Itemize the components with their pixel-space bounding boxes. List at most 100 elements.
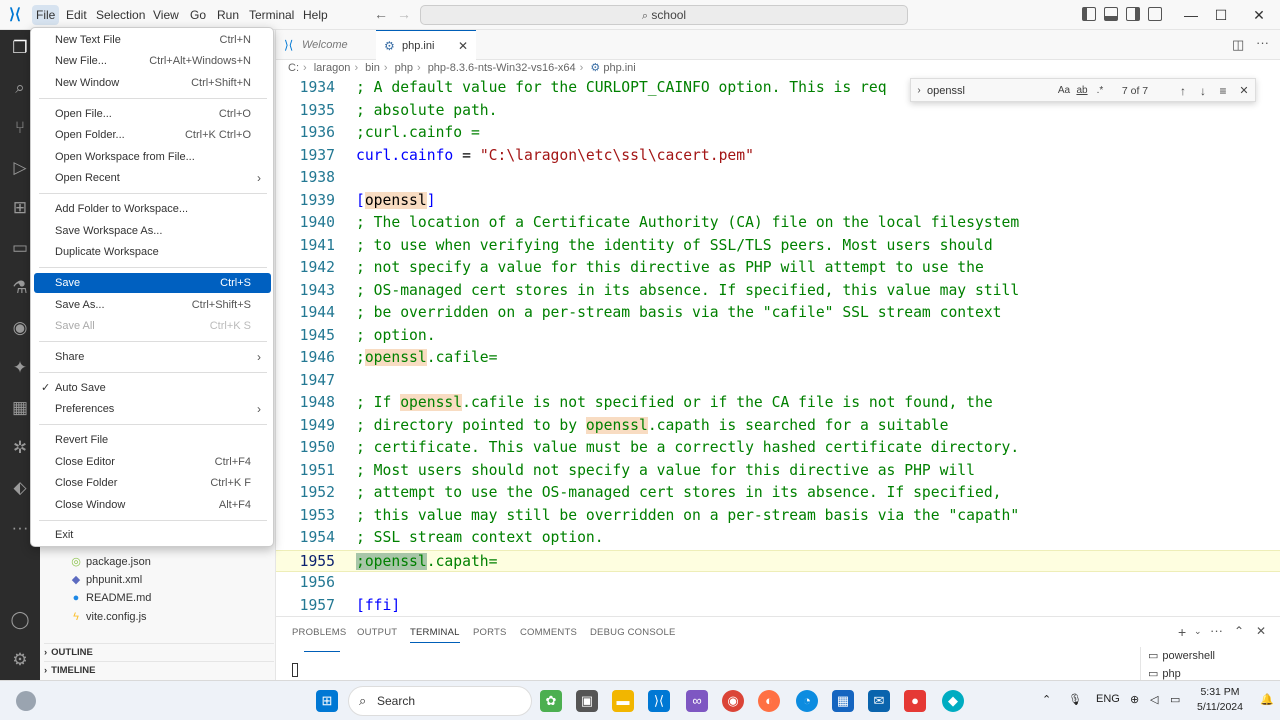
system-clock[interactable]: 5:31 PM 5/11/2024	[1190, 685, 1250, 715]
tab-terminal[interactable]: TERMINAL	[410, 627, 460, 643]
file-phpunit-xml[interactable]: ◆ phpunit.xml	[70, 571, 143, 589]
menu-save[interactable]: Save Ctrl+S	[34, 273, 271, 293]
breadcrumb-item[interactable]: php	[395, 62, 413, 74]
visual-studio-icon[interactable]: ∞	[686, 690, 708, 712]
ai-sparkle-icon[interactable]: ✦	[8, 356, 32, 380]
panel-more-icon[interactable]: ···	[1210, 623, 1223, 638]
find-in-selection-icon[interactable]: ≡	[1216, 82, 1230, 100]
terminal-item-php[interactable]: ▭ php	[1148, 667, 1181, 680]
source-control-icon[interactable]: ⑂	[8, 116, 32, 140]
breadcrumb-item[interactable]: laragon	[314, 62, 351, 74]
menu-save-workspace-as[interactable]: Save Workspace As...	[34, 221, 271, 241]
minimize-icon[interactable]: —	[1180, 5, 1202, 25]
use-regex-toggle[interactable]: .*	[1093, 82, 1107, 100]
menu-save-as[interactable]: Save As... Ctrl+Shift+S	[34, 295, 271, 315]
explorer-icon[interactable]: ❐	[8, 36, 32, 60]
close-find-icon[interactable]: ✕	[1237, 82, 1251, 100]
microphone-icon[interactable]: 🎙	[1068, 693, 1082, 706]
chevron-down-icon[interactable]: ⌄	[1194, 626, 1202, 637]
toggle-panel-icon[interactable]	[1104, 7, 1118, 21]
menu-exit[interactable]: Exit	[34, 525, 271, 545]
command-center[interactable]: ⌕ school	[420, 5, 908, 25]
docker-icon[interactable]: ▦	[8, 396, 32, 420]
notification-bell-icon[interactable]: 🔔	[1260, 693, 1274, 706]
manage-gear-icon[interactable]: ⚙	[8, 648, 32, 672]
menu-new-text-file[interactable]: New Text File Ctrl+N	[34, 30, 271, 50]
language-indicator[interactable]: ENG	[1096, 693, 1120, 705]
extensions-icon[interactable]: ⊞	[8, 196, 32, 220]
database-icon[interactable]: ⬖	[8, 476, 32, 500]
previous-match-icon[interactable]: ↑	[1176, 82, 1190, 100]
menu-view[interactable]: View	[149, 5, 183, 25]
breadcrumb-item[interactable]: php-8.3.6-nts-Win32-vs16-x64	[428, 62, 576, 74]
terminal-cursor[interactable]	[292, 663, 298, 677]
menu-auto-save[interactable]: ✓ Auto Save	[34, 378, 271, 398]
tab-comments[interactable]: COMMENTS	[520, 627, 577, 638]
volume-icon[interactable]: ◁	[1150, 693, 1158, 706]
testing-icon[interactable]: ⚗	[8, 276, 32, 300]
menu-open-file[interactable]: Open File... Ctrl+O	[34, 104, 271, 124]
split-editor-icon[interactable]: ◫	[1232, 37, 1244, 53]
breadcrumb-item[interactable]: C:	[288, 62, 299, 74]
tab-debug-console[interactable]: DEBUG CONSOLE	[590, 627, 675, 638]
customize-layout-icon[interactable]	[1148, 7, 1162, 21]
forward-arrow-icon[interactable]: →	[397, 6, 411, 22]
menu-new-file[interactable]: New File... Ctrl+Alt+Windows+N	[34, 51, 271, 71]
network-icon[interactable]: ⊕	[1130, 693, 1139, 706]
chrome-icon[interactable]: ◉	[722, 690, 744, 712]
menu-close-folder[interactable]: Close Folder Ctrl+K F	[34, 473, 271, 493]
menu-go[interactable]: Go	[186, 5, 210, 25]
menu-file[interactable]: File	[32, 5, 60, 25]
remote-explorer-icon[interactable]: ▭	[8, 236, 32, 260]
more-icon[interactable]: ···	[8, 516, 32, 540]
file-package-json[interactable]: ◎ package.json	[70, 553, 151, 571]
code-editor[interactable]: 1934 ; A default value for the CURLOPT_CA…	[276, 77, 1280, 616]
recorder-icon[interactable]: ●	[904, 690, 926, 712]
menu-run[interactable]: Run	[213, 5, 243, 25]
menu-selection[interactable]: Selection	[92, 5, 149, 25]
menu-open-workspace[interactable]: Open Workspace from File...	[34, 147, 271, 167]
menu-edit[interactable]: Edit	[62, 5, 91, 25]
tab-ports[interactable]: PORTS	[473, 627, 507, 638]
menu-share[interactable]: Share ›	[34, 347, 271, 367]
close-panel-icon[interactable]: ✕	[1256, 624, 1266, 638]
vscode-taskbar-icon[interactable]: ⟩⟨	[648, 690, 670, 712]
settings-sync-icon[interactable]: ✲	[8, 436, 32, 460]
store-icon[interactable]: ▦	[832, 690, 854, 712]
menu-close-window[interactable]: Close Window Alt+F4	[34, 495, 271, 515]
run-debug-icon[interactable]: ▷	[8, 156, 32, 180]
menu-close-editor[interactable]: Close Editor Ctrl+F4	[34, 452, 271, 472]
vscode-logo-icon[interactable]: ⟩⟨	[6, 6, 24, 24]
github-icon[interactable]: ◉	[8, 316, 32, 340]
toggle-secondary-sidebar-icon[interactable]	[1126, 7, 1140, 21]
menu-revert-file[interactable]: Revert File	[34, 430, 271, 450]
close-icon[interactable]: ✕	[458, 31, 468, 61]
battery-icon[interactable]: ▭	[1170, 693, 1180, 706]
file-readme-md[interactable]: ● README.md	[70, 589, 152, 607]
menu-terminal[interactable]: Terminal	[245, 5, 298, 25]
timeline-section[interactable]: › TIMELINE	[44, 661, 274, 679]
menu-help[interactable]: Help	[299, 5, 332, 25]
back-arrow-icon[interactable]: ←	[374, 6, 388, 22]
breadcrumb-item[interactable]: bin	[365, 62, 380, 74]
match-case-toggle[interactable]: Aa	[1057, 82, 1071, 100]
more-actions-icon[interactable]: ···	[1256, 35, 1269, 50]
new-terminal-plus-icon[interactable]: +	[1178, 624, 1186, 640]
breadcrumb-item[interactable]: php.ini	[603, 62, 635, 74]
match-whole-word-toggle[interactable]: ab	[1075, 82, 1089, 100]
outline-section[interactable]: › OUTLINE	[44, 643, 274, 661]
maximize-panel-icon[interactable]: ⌃	[1234, 624, 1244, 638]
tray-chevron-icon[interactable]: ⌃	[1042, 693, 1051, 706]
task-view-icon[interactable]: ▣	[576, 690, 598, 712]
search-icon[interactable]: ⌕	[8, 76, 32, 100]
file-explorer-icon[interactable]: ▬	[612, 690, 634, 712]
tab-problems[interactable]: PROBLEMS	[292, 627, 346, 638]
maximize-icon[interactable]: ☐	[1210, 5, 1232, 25]
next-match-icon[interactable]: ↓	[1196, 82, 1210, 100]
firefox-icon[interactable]: ◐	[758, 690, 780, 712]
mail-icon[interactable]: ✉	[868, 690, 890, 712]
windows-start-icon[interactable]: ⊞	[316, 690, 338, 712]
edge-icon[interactable]: ◔	[796, 690, 818, 712]
weather-icon[interactable]	[16, 691, 36, 711]
app-icon[interactable]: ◆	[942, 690, 964, 712]
